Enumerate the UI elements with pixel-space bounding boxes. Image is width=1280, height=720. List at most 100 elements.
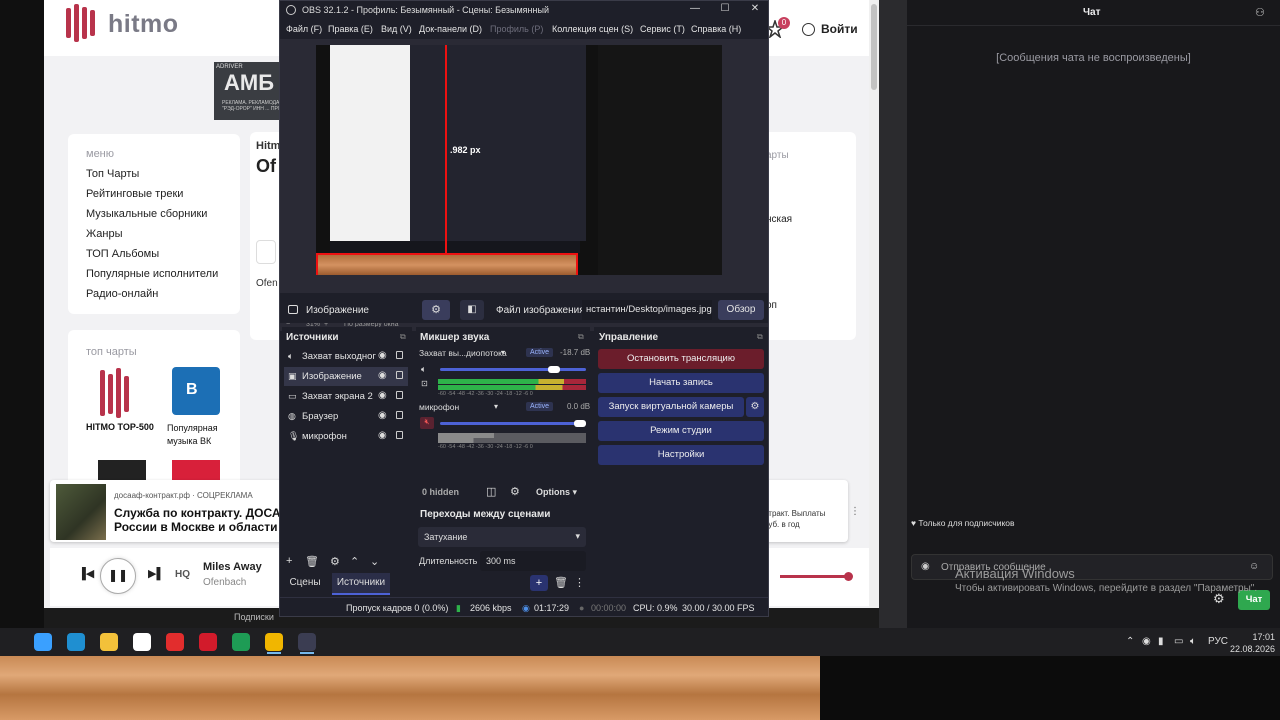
visibility-eye-icon[interactable]: ◉	[378, 430, 387, 441]
volume-slider[interactable]	[780, 575, 850, 578]
menu-scene-collection[interactable]: Коллекция сцен (S)	[552, 24, 633, 34]
menu-item-top-charts[interactable]: Топ Чарты	[86, 168, 139, 180]
track-artist[interactable]: Ofenbach	[203, 577, 246, 588]
chrome-icon[interactable]	[265, 633, 283, 651]
clock[interactable]: 17:01 22.08.2026	[1230, 631, 1275, 655]
keyboard-language[interactable]: РУС	[1208, 636, 1228, 647]
menu-help[interactable]: Справка (H)	[691, 24, 741, 34]
menu-item-radio[interactable]: Радио-онлайн	[86, 288, 158, 300]
explorer-icon[interactable]	[100, 633, 118, 651]
menu-item-collections[interactable]: Музыкальные сборники	[86, 208, 207, 220]
add-transition-icon[interactable]: +	[530, 575, 548, 591]
menu-item-genres[interactable]: Жанры	[86, 228, 123, 240]
opera-icon[interactable]	[199, 633, 217, 651]
tab-sources[interactable]: Источники	[332, 573, 390, 595]
menu-item-rating-tracks[interactable]: Рейтинговые треки	[86, 188, 183, 200]
hitmo-top-500-tile[interactable]	[86, 368, 146, 418]
more-icon[interactable]: ⋮	[574, 576, 585, 589]
monitor-icon[interactable]: ⊡	[421, 379, 428, 388]
lock-icon[interactable]	[396, 371, 403, 379]
preview-area[interactable]: .982 px − 31% + По размеру окна	[280, 39, 768, 331]
previous-track-icon[interactable]: ▐◀	[78, 567, 94, 580]
source-filters-button[interactable]: ◧	[460, 300, 484, 320]
speaker-icon[interactable]: 🔈︎	[421, 364, 426, 375]
network-icon[interactable]: ▭	[1174, 636, 1183, 647]
start-recording-button[interactable]: Начать запись	[598, 373, 764, 393]
duration-field[interactable]: 300 ms	[480, 551, 586, 571]
mixer-settings-icon[interactable]: ⚙	[510, 485, 520, 498]
channel-menu-icon[interactable]: ▾	[494, 402, 498, 411]
yandex-icon[interactable]	[166, 633, 184, 651]
remove-source-icon[interactable]: 🗑︎	[305, 555, 319, 568]
menu-view[interactable]: Вид (V)	[381, 24, 412, 34]
lock-icon[interactable]	[396, 411, 403, 419]
mixer-layout-icon[interactable]: ◫	[486, 485, 496, 498]
vk-popular-tile[interactable]: B	[172, 367, 220, 415]
promo-more-icon[interactable]: ⋮	[850, 506, 860, 517]
menu-item-top-albums[interactable]: ТОП Альбомы	[86, 248, 159, 260]
card-play-button[interactable]	[256, 240, 276, 264]
maximize-icon[interactable]: ☐	[710, 3, 740, 14]
volume-knob[interactable]	[844, 572, 853, 581]
source-properties-button[interactable]: ⚙	[422, 300, 450, 320]
dock-undock-icon[interactable]: ⧉	[757, 332, 763, 342]
preview-image-source[interactable]	[316, 253, 578, 275]
stop-stream-button[interactable]: Остановить трансляцию	[598, 349, 764, 369]
start-virtual-camera-button[interactable]: Запуск виртуальной камеры	[598, 397, 744, 417]
move-down-icon[interactable]: ⌄	[370, 555, 379, 568]
menu-tools[interactable]: Сервис (T)	[640, 24, 685, 34]
minimize-icon[interactable]: —	[680, 3, 710, 14]
next-track-icon[interactable]: ▶▌	[148, 567, 164, 580]
browse-button[interactable]: Обзор	[718, 300, 764, 320]
pause-button[interactable]: ❚❚	[100, 558, 136, 594]
settings-button[interactable]: Настройки	[598, 445, 764, 465]
source-item[interactable]: ▭ Захват экрана 2 ◉	[284, 387, 408, 406]
visibility-eye-icon[interactable]: ◉	[378, 350, 387, 361]
site-logo-text[interactable]: hitmo	[108, 10, 179, 39]
source-item[interactable]: 🔈︎ Захват выходног ◉	[284, 347, 408, 366]
menu-docks[interactable]: Док-панели (D)	[419, 24, 482, 34]
virtual-camera-settings-icon[interactable]: ⚙	[746, 397, 764, 417]
image-file-path[interactable]: нстантин/Desktop/images.jpg	[582, 300, 712, 320]
lock-icon[interactable]	[396, 351, 403, 359]
dock-undock-icon[interactable]: ⧉	[400, 332, 406, 342]
source-item-selected[interactable]: ▣ Изображение ◉	[284, 367, 408, 386]
app-icon[interactable]	[232, 633, 250, 651]
hitmo-logo-icon[interactable]	[66, 4, 102, 42]
chat-users-icon[interactable]: ⚇	[1255, 6, 1265, 19]
tray-chevron-icon[interactable]: ⌃	[1126, 636, 1134, 647]
channel-menu-icon[interactable]: ▾	[501, 348, 505, 357]
menu-profile[interactable]: Профиль (P)	[490, 24, 543, 34]
volume-slider[interactable]	[440, 368, 586, 371]
volume-slider[interactable]	[440, 422, 586, 425]
lock-icon[interactable]	[396, 391, 403, 399]
visibility-eye-icon[interactable]: ◉	[378, 370, 387, 381]
obs-icon[interactable]	[298, 633, 316, 651]
menu-item-popular-artists[interactable]: Популярные исполнители	[86, 268, 218, 280]
menu-edit[interactable]: Правка (E)	[328, 24, 373, 34]
move-up-icon[interactable]: ⌃	[350, 555, 359, 568]
tab-scenes[interactable]: Сцены	[286, 577, 324, 588]
login-button[interactable]: Войти	[802, 22, 858, 36]
volume-icon[interactable]: 🔈︎	[1190, 636, 1196, 647]
browser-scrollbar[interactable]	[869, 0, 879, 608]
source-settings-icon[interactable]: ⚙	[330, 555, 340, 568]
mixer-options-button[interactable]: Options ▾	[536, 487, 577, 498]
source-item[interactable]: 🎙︎ микрофон ◉	[284, 427, 408, 446]
studio-mode-button[interactable]: Режим студии	[598, 421, 764, 441]
muted-speaker-icon[interactable]: 🔇︎	[420, 417, 434, 429]
volume-slider-knob[interactable]	[574, 420, 586, 427]
menu-file[interactable]: Файл (F)	[286, 24, 322, 34]
edge-icon[interactable]	[67, 633, 85, 651]
emoji-icon[interactable]: ☺	[1249, 561, 1259, 572]
lock-icon[interactable]	[396, 431, 403, 439]
transition-select[interactable]: Затухание ▾	[418, 527, 586, 547]
tray-usb-icon[interactable]: ▮	[1158, 636, 1164, 647]
source-item[interactable]: ◍ Браузер ◉	[284, 407, 408, 426]
windows-start-icon[interactable]	[34, 633, 52, 651]
close-icon[interactable]: ✕	[740, 3, 768, 14]
quality-toggle[interactable]: HQ	[175, 569, 190, 580]
dock-undock-icon[interactable]: ⧉	[578, 332, 584, 342]
visibility-eye-icon[interactable]: ◉	[378, 390, 387, 401]
volume-slider-knob[interactable]	[547, 366, 560, 373]
